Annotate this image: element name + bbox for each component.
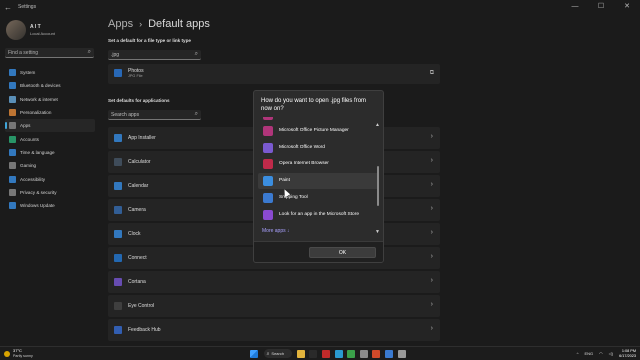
search-icon: ⌕ xyxy=(266,350,270,357)
time: 1:08 PM xyxy=(621,349,636,353)
clock[interactable]: 1:08 PM 6/17/2023 xyxy=(619,349,636,358)
edge-icon[interactable] xyxy=(334,349,343,358)
app-choice-label: Microsoft Office Picture Manager xyxy=(279,128,349,133)
taskbar-search[interactable]: ⌕ Search xyxy=(263,349,292,358)
taskbar-center: ⌕ Search xyxy=(248,349,408,358)
dialog-title: How do you want to open .jpg files from … xyxy=(261,98,367,112)
weather-widget[interactable]: 37°C Partly sunny xyxy=(4,348,33,358)
store-icon xyxy=(263,209,273,220)
more-apps-link[interactable]: More apps ↓ xyxy=(262,228,290,234)
word-icon xyxy=(263,142,273,153)
volume-icon[interactable]: ◁) xyxy=(609,351,613,356)
snipping-tool-icon xyxy=(263,192,273,203)
app-choice-item[interactable]: Look for an app in the Microsoft Store xyxy=(258,207,379,223)
app-choice-item[interactable]: Snipping Tool xyxy=(258,190,379,206)
ok-button[interactable]: OK xyxy=(309,247,376,258)
app-choice-item[interactable]: Paint xyxy=(258,173,379,190)
system-tray: ^ ENG ◠ ◁) 1:08 PM 6/17/2023 xyxy=(574,349,636,358)
app-choice-item[interactable]: Opera Internet Browser xyxy=(258,156,379,172)
app-choice-label: Microsoft Office Word xyxy=(279,144,325,150)
paint-taskbar-icon[interactable] xyxy=(385,349,394,358)
dialog-footer: OK xyxy=(254,241,383,262)
app-icon[interactable] xyxy=(359,349,368,358)
file-explorer-icon[interactable] xyxy=(296,349,305,358)
open-with-dialog: How do you want to open .jpg files from … xyxy=(253,90,384,263)
picture-manager-icon xyxy=(263,126,273,136)
app-choice-label: Opera Internet Browser xyxy=(279,161,329,167)
sun-icon xyxy=(4,350,10,357)
app-choice-label: Paint xyxy=(279,178,290,184)
chevron-up-icon[interactable]: ^ xyxy=(577,351,579,356)
language-indicator[interactable]: ENG xyxy=(585,351,594,356)
weather-desc: Partly sunny xyxy=(13,353,33,358)
opera-icon xyxy=(263,159,273,170)
app-choice-item[interactable]: Microsoft Office Picture Manager xyxy=(258,123,379,139)
opera-taskbar-icon[interactable] xyxy=(322,349,331,358)
scrollbar-thumb[interactable] xyxy=(377,166,379,206)
app-choice-item[interactable]: Microsoft Office Word xyxy=(258,140,379,156)
app-icon xyxy=(263,117,273,120)
start-button-icon[interactable] xyxy=(250,349,259,358)
scroll-up-icon[interactable]: ▲ xyxy=(375,122,380,128)
chrome-icon[interactable] xyxy=(347,349,356,358)
paint-icon xyxy=(263,176,273,187)
taskbar: 37°C Partly sunny ⌕ Search ^ ENG ◠ ◁) 1:… xyxy=(0,346,640,360)
powerpoint-icon[interactable] xyxy=(372,349,381,358)
media-icon[interactable] xyxy=(309,349,318,358)
taskbar-search-label: Search xyxy=(271,351,285,356)
scroll-down-icon[interactable]: ▼ xyxy=(375,229,380,235)
app-choice-list: Microsoft Office Picture Manager Microsof… xyxy=(254,117,383,237)
app-choice-label: Look for an app in the Microsoft Store xyxy=(279,211,359,217)
date: 6/17/2023 xyxy=(619,353,636,358)
settings-taskbar-icon[interactable] xyxy=(397,349,406,358)
wifi-icon[interactable]: ◠ xyxy=(599,351,603,356)
